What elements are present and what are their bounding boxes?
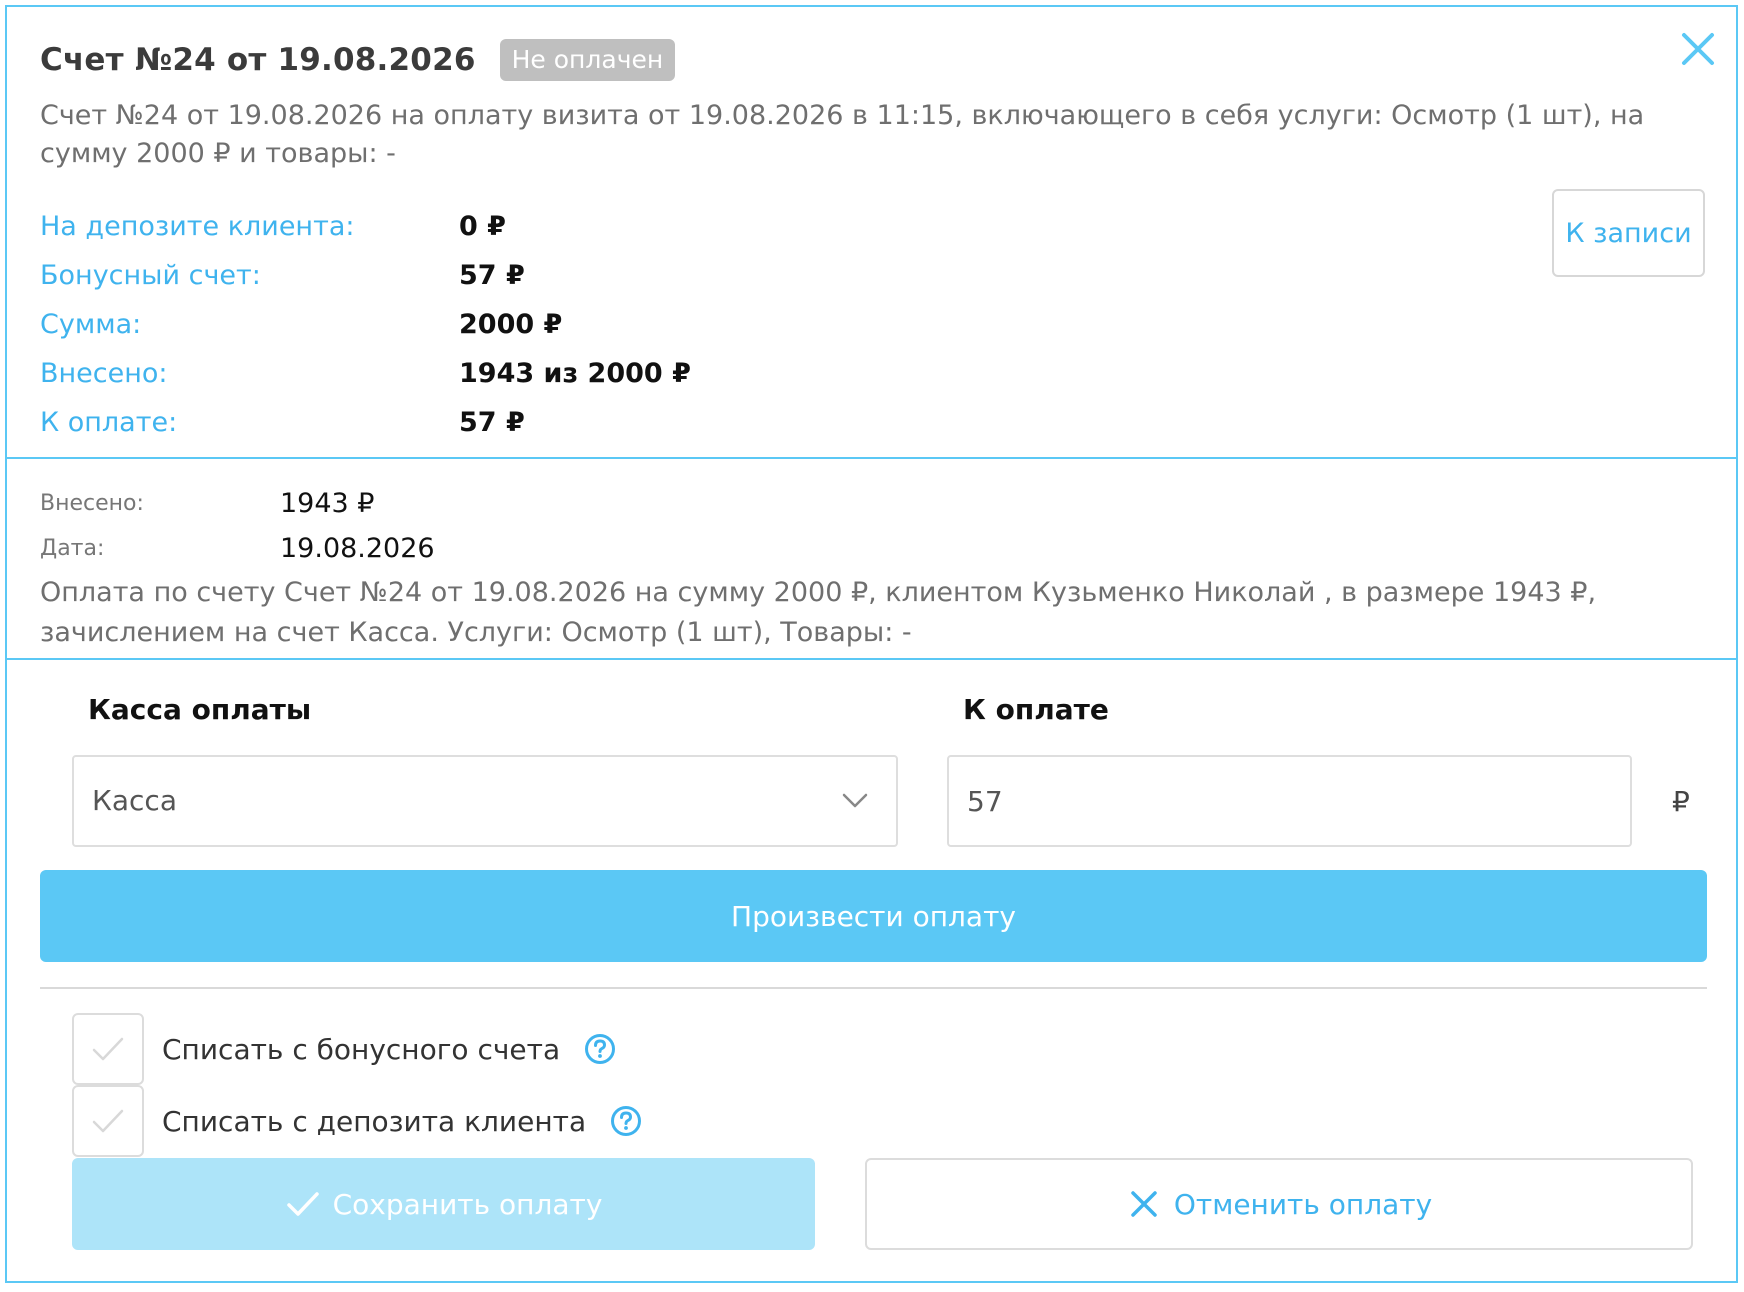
payment-record-value: 19.08.2026 [280, 533, 435, 564]
summary-value: 57 ₽ [459, 407, 525, 438]
x-icon [1131, 1191, 1157, 1217]
currency-sign: ₽ [1672, 785, 1690, 818]
save-payment-button[interactable]: Сохранить оплату [72, 1158, 815, 1250]
summary-row-deposit: На депозите клиента: 0 ₽ [40, 202, 691, 251]
check-icon [92, 1037, 124, 1061]
invoice-description: Счет №24 от 19.08.2026 на оплату визита … [40, 100, 1645, 169]
status-badge: Не оплачен [499, 39, 676, 81]
check-icon [92, 1109, 124, 1133]
check-icon [286, 1192, 319, 1216]
help-icon[interactable] [610, 1105, 642, 1137]
make-payment-button[interactable]: Произвести оплату [40, 870, 1707, 962]
amount-input[interactable] [947, 755, 1632, 847]
payment-record-description: Оплата по счету Счет №24 от 19.08.2026 н… [40, 577, 1597, 648]
summary-value: 1943 из 2000 ₽ [459, 358, 691, 389]
deposit-checkbox[interactable] [72, 1085, 144, 1157]
to-record-button[interactable]: К записи [1552, 189, 1705, 277]
summary-label: Бонусный счет: [40, 260, 261, 291]
payment-record-label: Дата: [40, 536, 105, 561]
summary-value: 2000 ₽ [459, 309, 563, 340]
section-divider [7, 658, 1736, 660]
save-payment-label: Сохранить оплату [332, 1187, 603, 1221]
summary-row-total: Сумма: 2000 ₽ [40, 300, 691, 349]
summary-row-due: К оплате: 57 ₽ [40, 398, 691, 447]
summary-label: На депозите клиента: [40, 211, 355, 242]
deposit-checkbox-row: Списать с депозита клиента [72, 1085, 642, 1157]
chevron-down-icon [842, 793, 868, 808]
summary-label: Внесено: [40, 358, 168, 389]
amount-label: К оплате [963, 693, 1109, 726]
cancel-payment-label: Отменить оплату [1173, 1187, 1433, 1221]
cashbox-select[interactable]: Касса [72, 755, 898, 847]
bonus-checkbox[interactable] [72, 1013, 144, 1085]
bonus-checkbox-row: Списать с бонусного счета [72, 1013, 616, 1085]
invoice-summary: На депозите клиента: 0 ₽ Бонусный счет: … [40, 202, 691, 447]
payment-record: Внесено: 1943 ₽ Дата: 19.08.2026 Оплата … [40, 481, 1696, 653]
invoice-modal: Счет №24 от 19.08.2026 Не оплачен Счет №… [5, 5, 1738, 1283]
section-divider [7, 457, 1736, 459]
summary-value: 57 ₽ [459, 260, 525, 291]
cashbox-select-value: Касса [92, 784, 177, 817]
invoice-header: Счет №24 от 19.08.2026 Не оплачен Счет №… [40, 37, 1696, 173]
invoice-title: Счет №24 от 19.08.2026 [40, 42, 476, 78]
cancel-payment-button[interactable]: Отменить оплату [865, 1158, 1693, 1250]
payment-record-amount-row: Внесено: 1943 ₽ [40, 481, 1696, 526]
payment-record-date-row: Дата: 19.08.2026 [40, 526, 1696, 571]
summary-label: К оплате: [40, 407, 178, 438]
title-row: Счет №24 от 19.08.2026 Не оплачен [40, 37, 1696, 83]
bonus-checkbox-label: Списать с бонусного счета [162, 1032, 561, 1066]
payment-record-value: 1943 ₽ [280, 488, 375, 519]
summary-row-paid: Внесено: 1943 из 2000 ₽ [40, 349, 691, 398]
summary-row-bonus: Бонусный счет: 57 ₽ [40, 251, 691, 300]
payment-record-label: Внесено: [40, 491, 144, 516]
help-icon[interactable] [584, 1033, 616, 1065]
summary-label: Сумма: [40, 309, 142, 340]
deposit-checkbox-label: Списать с депозита клиента [162, 1104, 587, 1138]
summary-value: 0 ₽ [459, 211, 506, 242]
form-divider [40, 987, 1707, 989]
cashbox-label: Касса оплаты [88, 693, 312, 726]
